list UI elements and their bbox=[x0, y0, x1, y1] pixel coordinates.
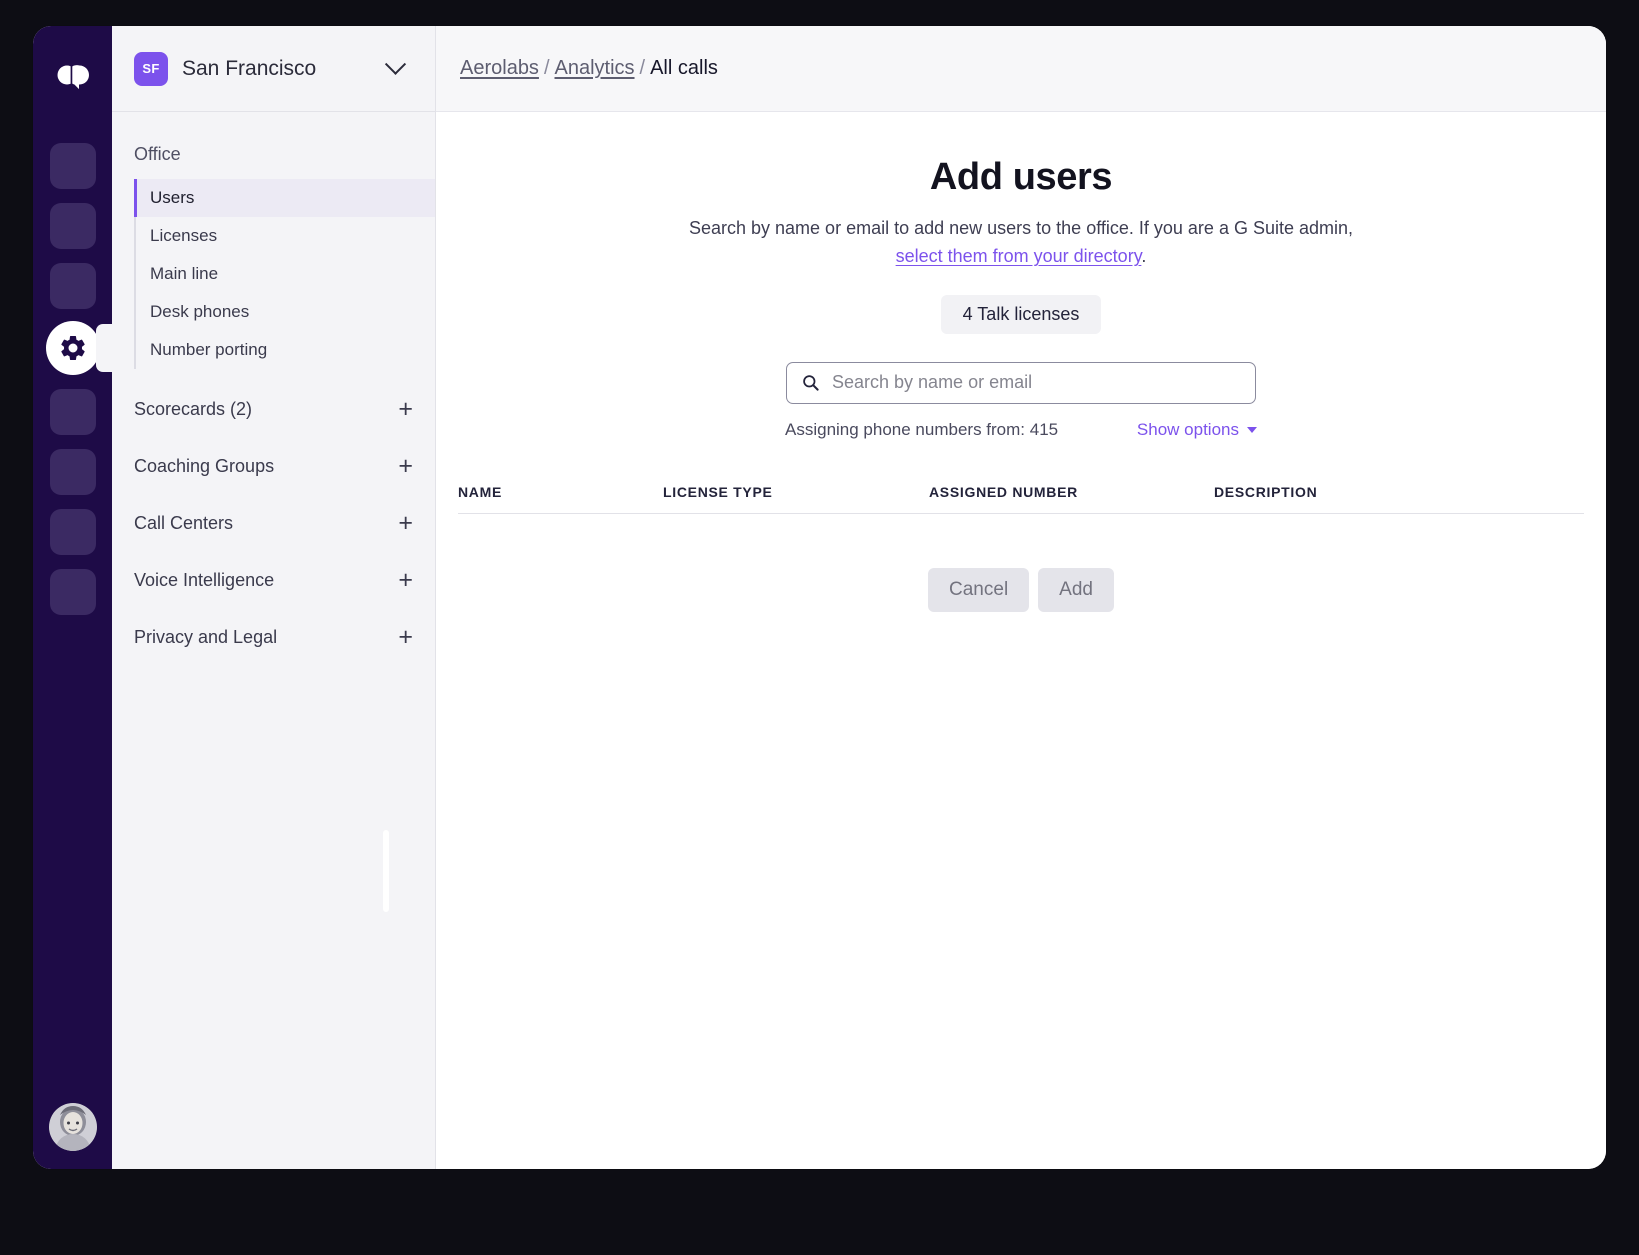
search-row bbox=[436, 361, 1606, 404]
sidebar-section-coaching-groups[interactable]: Coaching Groups + bbox=[112, 438, 435, 495]
breadcrumb-link-aerolabs[interactable]: Aerolabs bbox=[460, 57, 539, 79]
license-badge-row: 4 Talk licenses bbox=[436, 294, 1606, 334]
caret-down-icon bbox=[1247, 426, 1257, 433]
directory-link[interactable]: select them from your directory bbox=[896, 246, 1142, 266]
gear-icon bbox=[60, 336, 85, 360]
column-header-name: NAME bbox=[458, 483, 503, 500]
page-content: Add users Search by name or email to add… bbox=[436, 112, 1606, 1169]
assigning-numbers-text: Assigning phone numbers from: 415 bbox=[785, 419, 1059, 439]
office-name: San Francisco bbox=[182, 56, 317, 80]
plus-icon[interactable]: + bbox=[398, 511, 413, 536]
search-input[interactable] bbox=[832, 372, 1241, 394]
column-header-description: DESCRIPTION bbox=[1214, 483, 1318, 500]
sidebar: SF San Francisco Office Users Licenses M… bbox=[112, 26, 436, 1169]
table-header-row: NAME LICENSE TYPE ASSIGNED NUMBER DESCRI… bbox=[458, 484, 1584, 514]
sidebar-item-main-line[interactable]: Main line bbox=[136, 255, 435, 293]
page-description-text: Search by name or email to add new users… bbox=[688, 218, 1354, 238]
show-options-toggle[interactable]: Show options bbox=[1137, 420, 1257, 440]
sidebar-section-label: Voice Intelligence bbox=[134, 570, 275, 590]
assign-row: Assigning phone numbers from: 415 Show o… bbox=[785, 420, 1257, 440]
sidebar-section-privacy-and-legal[interactable]: Privacy and Legal + bbox=[112, 609, 435, 666]
rail-placeholder-5[interactable] bbox=[49, 449, 96, 495]
status-badge: 4 Talk licenses bbox=[940, 294, 1102, 334]
breadcrumb: Aerolabs / Analytics / All calls bbox=[460, 57, 718, 80]
office-switcher[interactable]: SF San Francisco bbox=[112, 26, 435, 112]
office-badge: SF bbox=[134, 51, 168, 86]
main-area: Aerolabs / Analytics / All calls Add users S… bbox=[436, 26, 1606, 1169]
icon-rail bbox=[33, 26, 126, 1169]
rail-placeholder-2[interactable] bbox=[49, 203, 96, 249]
office-sub-nav: Users Licenses Main line Desk phones Num… bbox=[134, 179, 435, 369]
sidebar-section-voice-intelligence[interactable]: Voice Intelligence + bbox=[112, 552, 435, 609]
sidebar-item-number-porting[interactable]: Number porting bbox=[136, 331, 435, 369]
plus-icon[interactable]: + bbox=[398, 568, 413, 593]
search-icon bbox=[803, 375, 819, 391]
table-body bbox=[458, 514, 1584, 536]
page-title: Add users bbox=[929, 156, 1113, 198]
breadcrumb-separator: / bbox=[543, 57, 550, 79]
nav-group-title-office: Office bbox=[134, 144, 181, 164]
users-table: NAME LICENSE TYPE ASSIGNED NUMBER DESCRI… bbox=[436, 484, 1606, 536]
dialpad-logo-icon[interactable] bbox=[50, 52, 96, 98]
rail-placeholder-3[interactable] bbox=[49, 263, 96, 309]
rail-placeholder-6[interactable] bbox=[49, 509, 96, 555]
breadcrumb-current: All calls bbox=[650, 57, 718, 79]
sidebar-item-desk-phones[interactable]: Desk phones bbox=[136, 293, 435, 331]
rail-placeholder-1[interactable] bbox=[49, 143, 96, 189]
breadcrumb-bar: Aerolabs / Analytics / All calls bbox=[436, 26, 1606, 112]
page-description: Search by name or email to add new users… bbox=[681, 215, 1361, 271]
action-row: Cancel Add bbox=[436, 567, 1606, 612]
sidebar-item-licenses[interactable]: Licenses bbox=[136, 217, 435, 255]
sidebar-section-label: Call Centers bbox=[134, 513, 234, 533]
plus-icon[interactable]: + bbox=[398, 454, 413, 479]
plus-icon[interactable]: + bbox=[398, 625, 413, 650]
cancel-button[interactable]: Cancel bbox=[928, 567, 1030, 612]
breadcrumb-separator: / bbox=[639, 57, 646, 79]
plus-icon[interactable]: + bbox=[398, 397, 413, 422]
chevron-down-icon bbox=[384, 53, 407, 75]
sidebar-section-label: Scorecards (2) bbox=[134, 399, 253, 419]
breadcrumb-link-analytics[interactable]: Analytics bbox=[555, 57, 635, 79]
sidebar-section-label: Coaching Groups bbox=[134, 456, 275, 476]
app-window: SF San Francisco Office Users Licenses M… bbox=[33, 26, 1606, 1169]
sidebar-nav: Office Users Licenses Main line Desk pho… bbox=[112, 112, 435, 1169]
column-header-assigned-number: ASSIGNED NUMBER bbox=[929, 483, 1078, 500]
sidebar-scrollbar[interactable] bbox=[383, 830, 389, 912]
rail-placeholder-7[interactable] bbox=[49, 569, 96, 615]
sidebar-section-label: Privacy and Legal bbox=[134, 627, 278, 647]
avatar[interactable] bbox=[48, 1103, 97, 1151]
sidebar-section-call-centers[interactable]: Call Centers + bbox=[112, 495, 435, 552]
show-options-label: Show options bbox=[1136, 419, 1239, 439]
settings-gear-button[interactable] bbox=[45, 321, 126, 375]
sidebar-item-users[interactable]: Users bbox=[134, 179, 435, 217]
sidebar-section-scorecards[interactable]: Scorecards (2) + bbox=[112, 369, 435, 438]
search-box[interactable] bbox=[786, 361, 1256, 404]
rail-placeholder-4[interactable] bbox=[49, 389, 96, 435]
page-description-period: . bbox=[1141, 245, 1147, 266]
add-button[interactable]: Add bbox=[1038, 567, 1114, 612]
column-header-license-type: LICENSE TYPE bbox=[663, 483, 773, 500]
